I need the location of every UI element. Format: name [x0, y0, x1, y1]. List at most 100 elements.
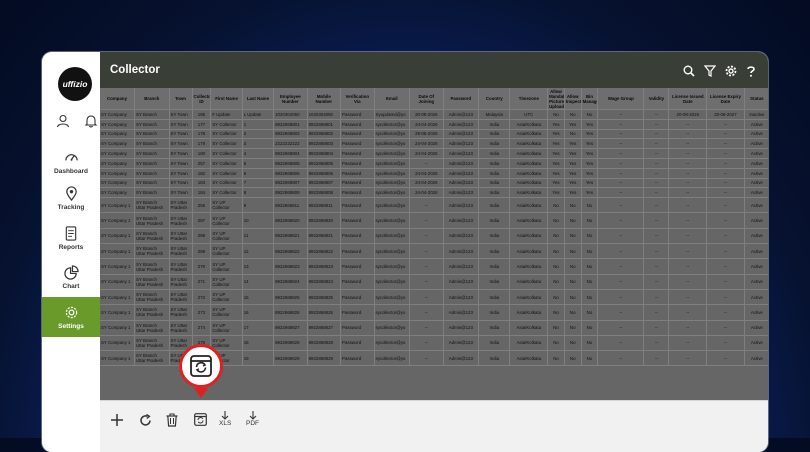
table-cell: India: [478, 178, 511, 189]
table-row[interactable]: SY Company 1SY Branch Uttar PradeshSY Ut…: [100, 243, 768, 260]
column-header[interactable]: Password: [443, 88, 480, 110]
column-header[interactable]: Date Of Joining: [409, 88, 444, 110]
table-row[interactable]: SY Company SY Branch SY Town 183 SY Collecto…: [100, 178, 768, 189]
search-icon[interactable]: [683, 64, 695, 82]
column-header[interactable]: Status: [744, 88, 768, 110]
table-cell: 180: [192, 148, 212, 159]
table-cell: No: [581, 289, 599, 306]
table-row[interactable]: SY Company SY Branch SY Town 184 SY Collecto…: [100, 187, 768, 199]
table-cell: SY UP Collector: [210, 289, 243, 306]
table-cell: Active: [744, 335, 768, 352]
table-cell: 15: [242, 289, 275, 306]
column-header[interactable]: Mobile Number: [307, 88, 342, 110]
column-header[interactable]: Wage Group: [597, 88, 645, 110]
table-row[interactable]: SY Company SY Branch SY Town 179 SY Collecto…: [100, 138, 768, 150]
add-button[interactable]: [111, 414, 123, 426]
table-cell: India: [478, 243, 511, 260]
sidebar-item-reports[interactable]: Reports: [42, 218, 100, 258]
gear-icon[interactable]: [725, 64, 737, 82]
export-xls-button[interactable]: XLS: [219, 411, 231, 427]
table-cell: Active: [744, 178, 768, 189]
table-cell: Password: [340, 212, 375, 229]
table-cell: --: [706, 274, 745, 290]
column-header[interactable]: Verification Via: [340, 88, 375, 110]
column-header[interactable]: Validity: [643, 88, 670, 110]
table-cell: SY Company 1: [100, 335, 136, 352]
sidebar-item-tracking[interactable]: Tracking: [42, 178, 100, 218]
table-row[interactable]: SY Company 1SY Branch Uttar PradeshSY Ut…: [100, 320, 768, 336]
table-cell: SY UP Collector: [210, 228, 243, 245]
table-cell: Admin@123: [443, 187, 480, 199]
filter-icon[interactable]: [703, 64, 717, 82]
table-row[interactable]: SY Company SY Branch SY Town 177 SY Collecto…: [100, 119, 768, 130]
table-cell: SY Uttar Pradesh: [169, 212, 193, 229]
table-cell: India: [478, 168, 511, 179]
table-cell: Yes: [547, 158, 565, 169]
column-header[interactable]: License Issued Date: [668, 88, 708, 110]
column-header[interactable]: Branch: [134, 88, 170, 110]
delete-button[interactable]: [166, 413, 178, 427]
sidebar-item-chart[interactable]: Chart: [42, 257, 100, 297]
table-row[interactable]: SY Company 1SY Branch Uttar PradeshSY Ut…: [100, 228, 768, 245]
table-row[interactable]: SY Company 1SY Branch Uttar PradeshSY Ut…: [100, 304, 768, 321]
table-cell: --: [643, 187, 670, 199]
column-header[interactable]: First Name: [210, 88, 243, 110]
table-row[interactable]: SY Company 1SY Branch Uttar PradeshSY Ut…: [100, 212, 768, 229]
table-cell: SY Uttar Pradesh: [169, 228, 193, 245]
table-cell: SY Branch Uttar Pradesh: [134, 320, 170, 336]
table-cell: India: [478, 289, 511, 306]
column-header[interactable]: License Expiry Date: [706, 88, 745, 110]
bell-icon[interactable]: [84, 114, 98, 133]
sidebar-item-dashboard[interactable]: Dashboard: [42, 142, 100, 182]
column-header[interactable]: Allow Mandatory Picture/Video Upload: [547, 88, 565, 110]
sidebar-item-settings[interactable]: Settings: [42, 297, 100, 337]
column-header[interactable]: Employee Number: [273, 88, 308, 110]
table-cell: --: [643, 335, 670, 352]
table-cell: SY Town: [169, 138, 193, 150]
export-pdf-button[interactable]: PDF: [246, 411, 259, 427]
table-cell: SY Collector: [210, 178, 243, 189]
help-icon[interactable]: [746, 64, 756, 82]
highlighted-sync-calendar-button[interactable]: [179, 344, 223, 388]
table-cell: India: [478, 158, 511, 169]
table-row[interactable]: SY Company SY Branch SY Town 185 F Update L U…: [100, 109, 768, 120]
table-cell: Yes: [547, 119, 565, 130]
table-row[interactable]: SY Company SY Branch SY Town 178 SY Collecto…: [100, 129, 768, 140]
table-cell: --: [597, 187, 645, 199]
table-row[interactable]: SY Company 1SY Branch Uttar PradeshSY Ut…: [100, 258, 768, 275]
table-row[interactable]: SY Company SY Branch SY Town 257 SY Collecto…: [100, 158, 768, 169]
table-cell: Password: [340, 320, 375, 336]
column-header[interactable]: Bin Manage: [581, 88, 599, 110]
column-header[interactable]: Last Name: [242, 88, 275, 110]
page-title: Collector: [110, 64, 160, 76]
table-cell: No: [547, 197, 565, 214]
table-cell: SY UP Collector: [210, 197, 243, 214]
column-header[interactable]: Email: [374, 88, 411, 110]
user-icon[interactable]: [56, 114, 70, 133]
table-row[interactable]: SY Company 1SY Branch Uttar PradeshSY Ut…: [100, 289, 768, 306]
column-header[interactable]: Company: [100, 88, 136, 110]
table-cell: Asia/Kolkata: [509, 148, 549, 159]
column-header[interactable]: Town: [169, 88, 193, 110]
column-header[interactable]: Country: [478, 88, 511, 110]
table-cell: Active: [744, 274, 768, 290]
table-row[interactable]: SY Company 1SY Branch Uttar PradeshSY Ut…: [100, 274, 768, 290]
table-cell: 256: [192, 197, 212, 214]
table-cell: --: [597, 274, 645, 290]
table-cell: India: [478, 138, 511, 150]
column-header[interactable]: Timezone: [509, 88, 549, 110]
table-row[interactable]: SY Company 1SY Branch Uttar PradeshSY Ut…: [100, 197, 768, 214]
column-header[interactable]: Allow Inspection: [564, 88, 582, 110]
table-cell: --: [643, 304, 670, 321]
column-header[interactable]: Collector ID: [192, 88, 212, 110]
table-row[interactable]: SY Company SY Branch SY Town 180 SY Collecto…: [100, 148, 768, 159]
table-cell: 4: [242, 148, 275, 159]
table-cell: SY Branch: [134, 148, 170, 159]
table-row[interactable]: SY Company SY Branch SY Town 182 SY Collecto…: [100, 168, 768, 179]
table-cell: 8922868802: [307, 129, 342, 140]
table-cell: India: [478, 212, 511, 229]
refresh-button[interactable]: [139, 414, 152, 427]
table-cell: 182: [192, 168, 212, 179]
sync-calendar-button[interactable]: [194, 413, 207, 426]
table-cell: --: [597, 335, 645, 352]
